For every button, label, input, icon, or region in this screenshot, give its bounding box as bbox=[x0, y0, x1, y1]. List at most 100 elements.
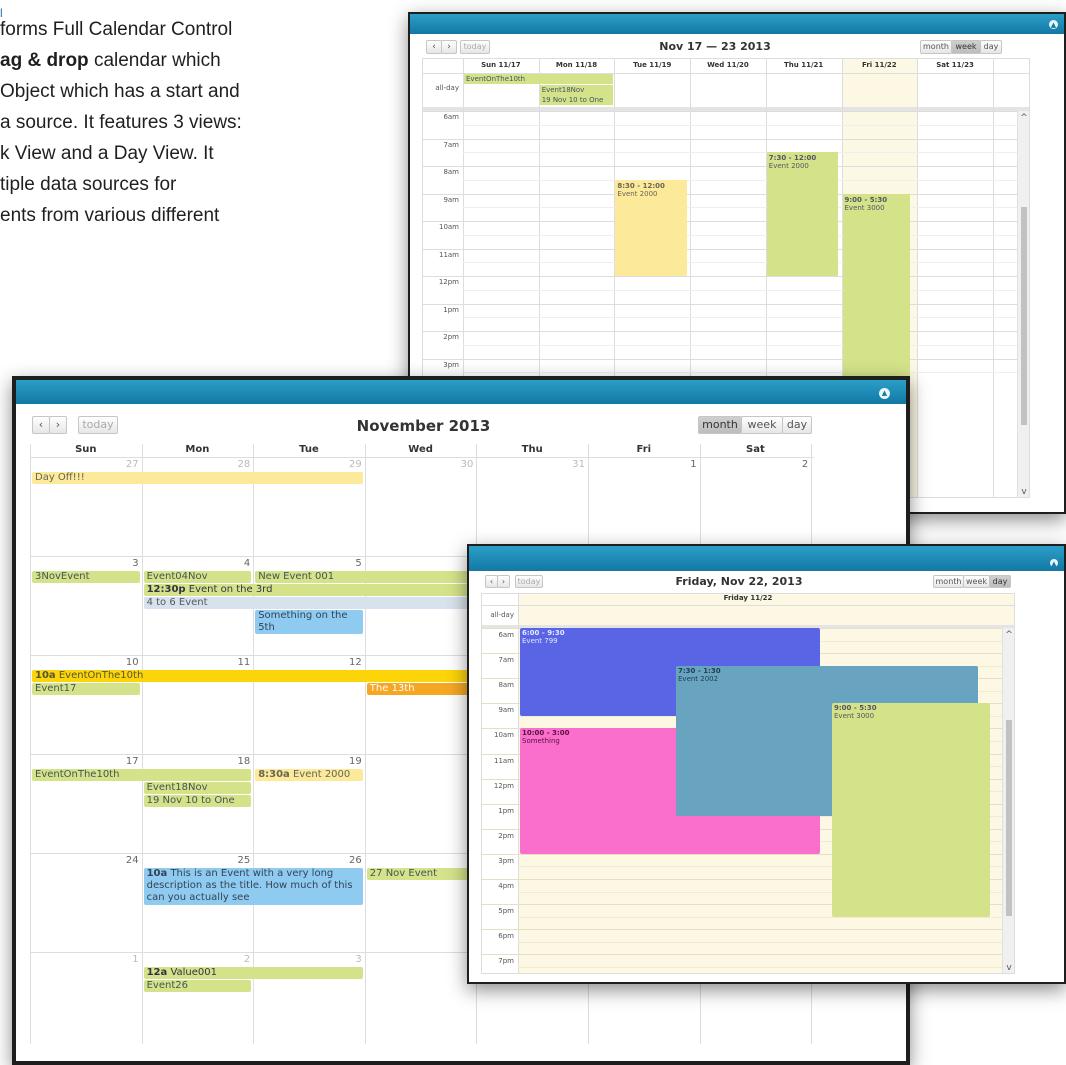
month-event[interactable]: 12a Value001 bbox=[143, 967, 363, 979]
scroll-up-icon[interactable]: ^ bbox=[1018, 113, 1029, 123]
event-title: EventOnThe10th bbox=[35, 769, 120, 780]
event-title: Event17 bbox=[35, 683, 77, 694]
day-event[interactable]: 9:00 - 5:30 Event 3000 bbox=[832, 703, 990, 917]
time-label: 7am bbox=[498, 656, 514, 665]
event-title: New Event 001 bbox=[258, 571, 335, 582]
day-number: 12 bbox=[349, 657, 362, 668]
scroll-down-icon[interactable]: v bbox=[1018, 487, 1029, 497]
month-event[interactable]: 10a EventOnThe10th bbox=[32, 670, 475, 682]
month-event[interactable]: 4 to 6 Event bbox=[143, 597, 475, 609]
scrollbar[interactable]: ^ v bbox=[1002, 628, 1014, 973]
day-button[interactable]: day bbox=[782, 416, 812, 434]
collapse-icon[interactable]: ▲ bbox=[879, 388, 890, 399]
time-label: 12pm bbox=[493, 781, 514, 790]
day-number: 27 bbox=[125, 459, 139, 470]
hour-line bbox=[423, 221, 1029, 222]
month-event[interactable]: 10a This is an Event with a very long des… bbox=[143, 868, 363, 905]
month-event[interactable]: Event26 bbox=[143, 980, 252, 992]
event-title: Event04Nov bbox=[146, 571, 208, 582]
half-hour-line bbox=[518, 916, 1014, 918]
month-event[interactable]: New Event 001 bbox=[255, 571, 475, 583]
scroll-thumb[interactable] bbox=[1021, 207, 1027, 425]
column-header: Sun 11/17 bbox=[481, 61, 521, 69]
event-title: The 13th bbox=[369, 683, 415, 694]
time-label: 7am bbox=[443, 140, 459, 149]
month-event[interactable]: 27 Nov Event bbox=[366, 868, 475, 880]
day-button[interactable]: day bbox=[989, 575, 1011, 588]
day-number: 18 bbox=[237, 756, 251, 767]
weekday-header: Mon bbox=[185, 444, 210, 455]
event-title: Event 799 bbox=[522, 637, 558, 645]
hour-line bbox=[423, 166, 1029, 167]
event-title: Event on the 3rd bbox=[185, 584, 273, 595]
month-event[interactable]: The 13th bbox=[366, 683, 475, 695]
hour-line bbox=[423, 358, 1029, 360]
month-event[interactable]: Something on the 5th bbox=[255, 610, 363, 634]
month-button[interactable]: month bbox=[933, 575, 964, 588]
event-title: 27 Nov Event bbox=[369, 868, 438, 879]
intro-line-4: a source. It features 3 views: bbox=[0, 112, 242, 133]
week-button[interactable]: week bbox=[963, 575, 990, 588]
month-button[interactable]: month bbox=[920, 40, 952, 54]
month-window-header-bar bbox=[16, 380, 906, 404]
month-event[interactable]: Day Off!!! bbox=[32, 472, 363, 484]
intro-line-2-rest: calendar which bbox=[88, 50, 221, 71]
time-label: 12pm bbox=[438, 278, 459, 286]
collapse-icon[interactable]: ▲ bbox=[1049, 20, 1058, 29]
half-hour-line bbox=[463, 124, 1029, 126]
event-time: 10a bbox=[35, 670, 56, 681]
month-event[interactable]: Event04Nov bbox=[143, 571, 252, 583]
half-hour-line bbox=[518, 941, 1014, 943]
week-event[interactable]: 7:30 - 12:00 Event 2000 bbox=[766, 152, 839, 276]
week-allday-event[interactable]: EventOnThe10th bbox=[464, 74, 614, 84]
weekday-header: Wed bbox=[408, 444, 433, 455]
time-label: 4pm bbox=[498, 882, 514, 890]
event-time: 12:30p bbox=[146, 584, 186, 595]
time-label: 2pm bbox=[443, 333, 459, 341]
event-title: Day Off!!! bbox=[35, 472, 85, 483]
day-number: 2 bbox=[365, 756, 473, 767]
scroll-down-icon[interactable]: v bbox=[1003, 963, 1014, 973]
day-number: 5 bbox=[355, 558, 362, 569]
column-header: Tue 11/19 bbox=[633, 61, 672, 69]
scroll-up-icon[interactable]: ^ bbox=[1003, 630, 1014, 640]
intro-line-6: tiple data sources for bbox=[0, 174, 177, 195]
time-label: 8am bbox=[443, 168, 459, 176]
all-day-label: all-day bbox=[490, 611, 514, 619]
month-event[interactable]: Event18Nov bbox=[143, 782, 252, 794]
day-number: 25 bbox=[237, 855, 251, 866]
hour-line bbox=[423, 111, 1029, 112]
week-allday-event[interactable]: Event18Nov bbox=[539, 85, 614, 95]
column-header: Sat 11/23 bbox=[936, 61, 974, 69]
collapse-icon[interactable]: ▲ bbox=[1050, 559, 1058, 568]
month-event[interactable]: EventOnThe10th bbox=[32, 769, 252, 781]
event-title: This is an Event with a very long bbox=[167, 868, 334, 879]
day-number: 19 bbox=[349, 756, 362, 767]
column-header: Mon 11/18 bbox=[555, 61, 598, 69]
month-event[interactable]: 3NovEvent bbox=[32, 571, 140, 583]
weekday-header: Tue bbox=[299, 444, 319, 455]
week-event[interactable]: 8:30 - 12:00 Event 2000 bbox=[615, 179, 688, 276]
column-header: Thu 11/21 bbox=[784, 61, 824, 69]
event-title: Event26 bbox=[146, 980, 188, 991]
time-label: 2pm bbox=[498, 831, 514, 840]
day-number: 1 bbox=[132, 954, 139, 965]
month-event[interactable]: 12:30p Event on the 3rd bbox=[143, 584, 475, 596]
hour-line bbox=[423, 331, 1029, 332]
week-allday-event[interactable]: 19 Nov 10 to One bbox=[539, 95, 614, 105]
week-button[interactable]: week bbox=[951, 40, 981, 54]
scrollbar[interactable]: ^ v bbox=[1017, 111, 1029, 497]
day-number: 31 bbox=[572, 459, 585, 470]
scroll-thumb[interactable] bbox=[1006, 720, 1012, 916]
all-day-label: all-day bbox=[435, 84, 459, 92]
month-event[interactable]: Event17 bbox=[32, 683, 140, 695]
day-window-header-bar bbox=[469, 546, 1064, 571]
week-window-header-bar bbox=[410, 14, 1064, 34]
month-button[interactable]: month bbox=[698, 416, 742, 434]
week-button[interactable]: week bbox=[741, 416, 783, 434]
header-line bbox=[482, 605, 1014, 606]
month-event[interactable]: 19 Nov 10 to One bbox=[143, 795, 252, 807]
month-event[interactable]: 8:30a Event 2000 bbox=[255, 769, 363, 781]
column-header: Fri 11/22 bbox=[862, 61, 897, 69]
day-button[interactable]: day bbox=[980, 40, 1002, 54]
